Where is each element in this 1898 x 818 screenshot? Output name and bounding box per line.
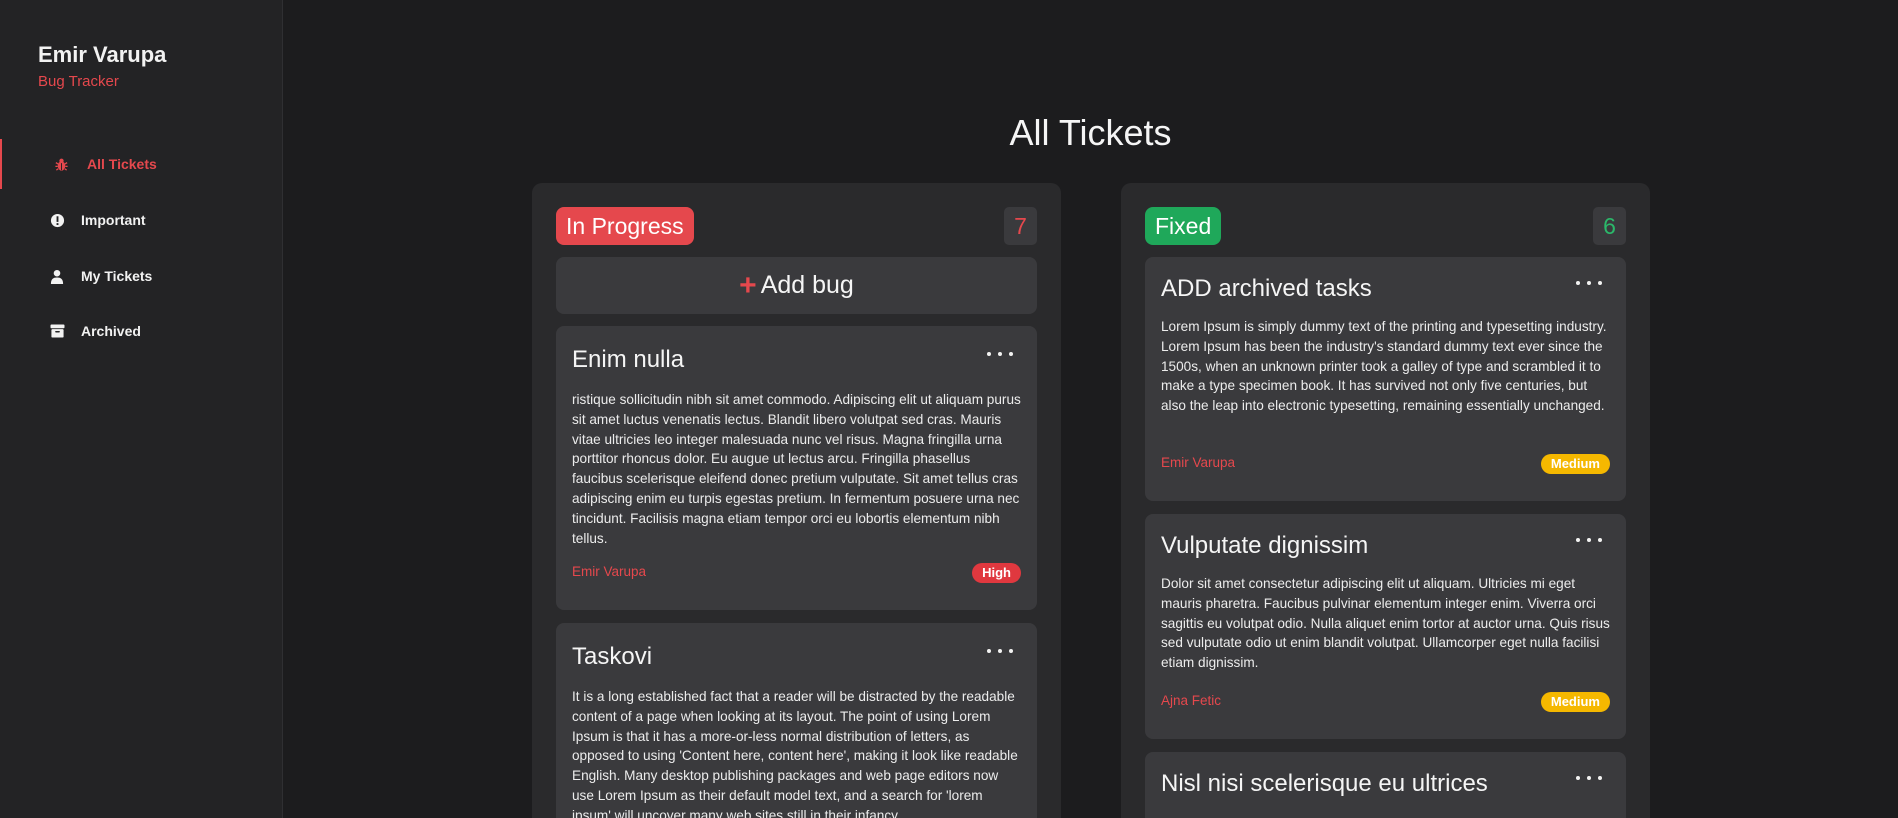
status-label: In Progress: [556, 207, 694, 245]
ticket-count: 7: [1004, 207, 1037, 245]
add-bug-button[interactable]: + Add bug: [556, 257, 1037, 314]
more-options-icon[interactable]: [1576, 768, 1602, 788]
brand-name: Emir Varupa: [38, 42, 167, 67]
priority-badge: Medium: [1540, 692, 1610, 712]
ticket-author[interactable]: Ajna Fetic: [1161, 693, 1221, 708]
sidebar-item-my-tickets[interactable]: My Tickets: [0, 251, 282, 301]
plus-icon: +: [739, 268, 757, 302]
more-options-icon[interactable]: [1576, 273, 1602, 293]
ticket-column-fixed: Fixed 6 ADD archived tasks Lorem Ipsum i…: [1121, 183, 1650, 818]
ticket-count: 6: [1593, 207, 1626, 245]
ticket-title: Enim nulla: [572, 346, 685, 373]
sidebar: Emir Varupa Bug Tracker All Tickets Impo…: [0, 0, 283, 818]
bug-icon: [53, 156, 69, 172]
ticket-title: ADD archived tasks: [1161, 275, 1372, 302]
ticket-title: Nisl nisi scelerisque eu ultrices: [1161, 770, 1488, 797]
ticket-title: Taskovi: [572, 643, 653, 670]
brand-subtitle: Bug Tracker: [38, 73, 119, 90]
sidebar-item-label: All Tickets: [87, 156, 157, 172]
priority-badge: High: [972, 563, 1021, 583]
more-options-icon[interactable]: [1576, 530, 1602, 550]
ticket-author[interactable]: Emir Varupa: [1161, 455, 1235, 470]
ticket-column-in-progress: In Progress 7 + Add bug Enim nulla risti…: [532, 183, 1061, 818]
sidebar-item-label: Important: [81, 212, 146, 228]
ticket-author[interactable]: Emir Varupa: [572, 564, 646, 579]
sidebar-item-archived[interactable]: Archived: [0, 306, 282, 356]
ticket-card[interactable]: Nisl nisi scelerisque eu ultrices: [1145, 752, 1626, 818]
sidebar-item-label: My Tickets: [81, 268, 153, 284]
add-bug-label: Add bug: [760, 271, 854, 299]
sidebar-item-label: Archived: [81, 323, 141, 339]
more-options-icon[interactable]: [987, 344, 1013, 364]
ticket-card[interactable]: Taskovi It is a long established fact th…: [556, 623, 1037, 818]
priority-badge: Medium: [1540, 454, 1610, 474]
sidebar-item-important[interactable]: Important: [0, 195, 282, 245]
ticket-description: Dolor sit amet consectetur adipiscing el…: [1161, 576, 1610, 671]
archive-icon: [49, 323, 65, 339]
ticket-title: Vulputate dignissim: [1161, 532, 1369, 559]
ticket-description: It is a long established fact that a rea…: [572, 689, 1018, 818]
exclamation-circle-icon: [49, 212, 65, 228]
page-title: All Tickets: [1009, 112, 1172, 153]
ticket-description: ristique sollicitudin nibh sit amet comm…: [572, 392, 1021, 546]
ticket-card[interactable]: Enim nulla ristique sollicitudin nibh si…: [556, 326, 1037, 610]
ticket-description: Lorem Ipsum is simply dummy text of the …: [1161, 319, 1607, 414]
ticket-card[interactable]: ADD archived tasks Lorem Ipsum is simply…: [1145, 257, 1626, 501]
sidebar-item-all-tickets[interactable]: All Tickets: [0, 139, 282, 189]
more-options-icon[interactable]: [987, 641, 1013, 661]
status-label: Fixed: [1145, 207, 1222, 245]
user-icon: [49, 268, 65, 284]
ticket-card[interactable]: Vulputate dignissim Dolor sit amet conse…: [1145, 514, 1626, 739]
